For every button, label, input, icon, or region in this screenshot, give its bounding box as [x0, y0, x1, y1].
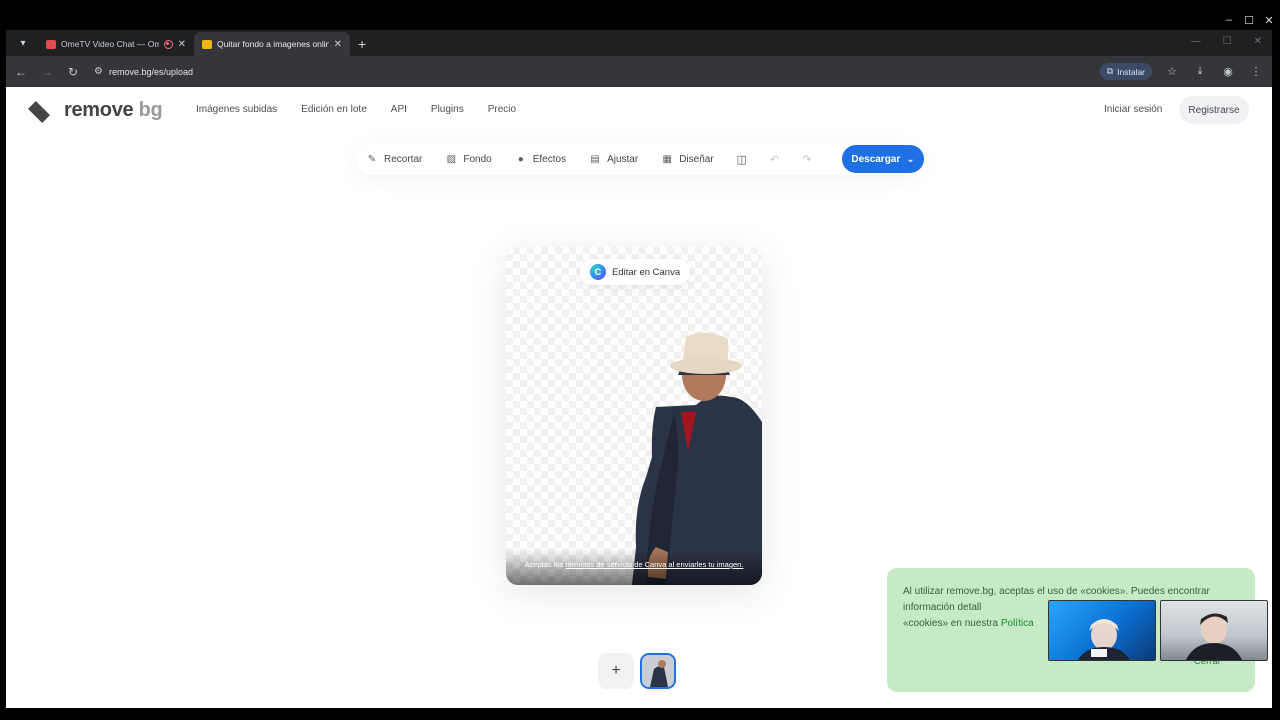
cookie-text-2: «cookies» en nuestra	[903, 618, 1001, 629]
login-link[interactable]: Iniciar sesión	[1104, 104, 1162, 115]
cutout-person-image	[632, 332, 762, 585]
bookmark-star-icon[interactable]: ☆	[1164, 65, 1180, 78]
browser-toolbar: ← → ↻ ⚙ remove.bg/es/upload ⧉ Instalar ☆…	[6, 56, 1272, 87]
nav-batch-edit[interactable]: Edición en lote	[301, 104, 367, 115]
site-info-icon[interactable]: ⚙	[94, 66, 103, 77]
tab-bar: ▾ OmeTV Video Chat — Ome ✕ Quitar fondo …	[6, 30, 1272, 56]
tab-ometv[interactable]: OmeTV Video Chat — Ome ✕	[38, 32, 194, 56]
install-label: Instalar	[1117, 66, 1145, 77]
removebg-favicon-icon	[202, 39, 212, 49]
webcam-person-image	[1185, 613, 1243, 660]
thumbnail-preview-image	[642, 655, 674, 687]
register-button[interactable]: Registrarse	[1179, 96, 1249, 124]
chevron-down-icon: ⌄	[906, 153, 915, 165]
webcam-overlay-1	[1048, 600, 1156, 661]
close-tab-icon[interactable]: ✕	[334, 39, 342, 50]
recording-icon	[163, 39, 173, 49]
forward-arrow-icon[interactable]: →	[40, 65, 54, 79]
canva-terms-link[interactable]: términos de servicio de Canva al enviarl…	[565, 560, 743, 569]
tool-design[interactable]: ▦ Diseñar	[661, 154, 713, 165]
site-header: remove bg Imágenes subidas Edición en lo…	[6, 87, 1272, 133]
editor-toolbar: ✎ Recortar ▨ Fondo ● Efectos ▤ Ajustar ▦…	[356, 143, 924, 175]
browser-window-controls: — ☐ ✕	[1191, 36, 1262, 47]
back-arrow-icon[interactable]: ←	[14, 65, 28, 79]
close-icon[interactable]: ✕	[1254, 36, 1262, 47]
undo-icon[interactable]: ↶	[770, 153, 779, 166]
logo-text: remove bg	[64, 99, 163, 121]
result-image-card: C Editar en Canva Aceptas los términos d…	[506, 247, 762, 585]
nav-plugins[interactable]: Plugins	[431, 104, 464, 115]
canva-logo-icon: C	[590, 264, 606, 280]
nav-api[interactable]: API	[391, 104, 407, 115]
cookie-policy-link[interactable]: Política	[1001, 618, 1034, 629]
bottom-strip	[0, 708, 1280, 720]
redo-icon[interactable]: ↷	[802, 153, 811, 166]
adjust-icon: ▤	[590, 153, 600, 165]
image-icon: ▨	[446, 153, 457, 165]
canva-terms-caption: Aceptas los términos de servicio de Canv…	[506, 549, 762, 585]
tab-removebg[interactable]: Quitar fondo a imagenes onlin ✕	[194, 32, 350, 56]
close-icon[interactable]: ✕	[1262, 14, 1276, 27]
close-tab-icon[interactable]: ✕	[178, 39, 186, 50]
image-thumbnail[interactable]	[640, 653, 676, 689]
tool-effects[interactable]: ● Efectos	[515, 154, 566, 165]
maximize-icon[interactable]: ☐	[1242, 14, 1256, 27]
image-thumbnails: +	[598, 653, 676, 689]
design-icon: ▦	[662, 153, 672, 165]
nav-uploaded-images[interactable]: Imágenes subidas	[196, 104, 277, 115]
reload-icon[interactable]: ↻	[66, 65, 80, 79]
os-window-controls: – ☐ ✕	[1222, 14, 1276, 27]
logo-mark-icon	[26, 100, 56, 122]
restore-icon[interactable]: ☐	[1223, 36, 1232, 47]
add-image-button[interactable]: +	[598, 653, 634, 689]
tab-title: OmeTV Video Chat — Ome	[61, 39, 159, 49]
tool-adjust[interactable]: ▤ Ajustar	[589, 154, 638, 165]
install-button[interactable]: ⧉ Instalar	[1100, 63, 1152, 80]
tab-search-icon[interactable]: ▾	[12, 32, 34, 54]
webcam-person-image	[1078, 619, 1130, 660]
install-icon: ⧉	[1107, 66, 1114, 76]
brush-icon: ✎	[367, 153, 377, 165]
profile-icon[interactable]: ◉	[1220, 65, 1236, 78]
canva-label: Editar en Canva	[612, 266, 681, 278]
tab-title: Quitar fondo a imagenes onlin	[217, 39, 329, 49]
tool-crop[interactable]: ✎ Recortar	[366, 153, 423, 165]
os-title-bar: – ☐ ✕	[0, 0, 1280, 30]
download-label: Descargar	[851, 153, 901, 165]
compare-icon[interactable]: ◫	[737, 153, 747, 166]
download-icon[interactable]: ⤓	[1192, 65, 1208, 78]
nav-pricing[interactable]: Precio	[488, 104, 516, 115]
edit-in-canva-button[interactable]: C Editar en Canva	[580, 259, 691, 285]
main-nav: Imágenes subidas Edición en lote API Plu…	[196, 104, 516, 115]
download-button[interactable]: Descargar ⌄	[842, 145, 924, 173]
tool-background[interactable]: ▨ Fondo	[445, 153, 492, 165]
new-tab-icon[interactable]: +	[358, 36, 366, 52]
webcam-overlay-2	[1160, 600, 1268, 661]
address-bar[interactable]: ⚙ remove.bg/es/upload	[94, 66, 1088, 77]
removebg-logo[interactable]: remove bg	[26, 99, 163, 122]
ometv-favicon-icon	[46, 39, 56, 49]
tool-label: Diseñar	[679, 153, 714, 165]
tool-label: Fondo	[463, 153, 492, 165]
tool-label: Recortar	[384, 153, 423, 165]
minimize-icon[interactable]: —	[1191, 36, 1201, 47]
tool-label: Efectos	[532, 153, 567, 165]
minimize-icon[interactable]: –	[1222, 14, 1236, 27]
tool-label: Ajustar	[607, 153, 639, 165]
effects-icon: ●	[517, 153, 524, 165]
url-text: remove.bg/es/upload	[108, 66, 194, 77]
menu-kebab-icon[interactable]: ⋮	[1248, 65, 1264, 78]
caption-text: Aceptas los	[524, 560, 566, 569]
